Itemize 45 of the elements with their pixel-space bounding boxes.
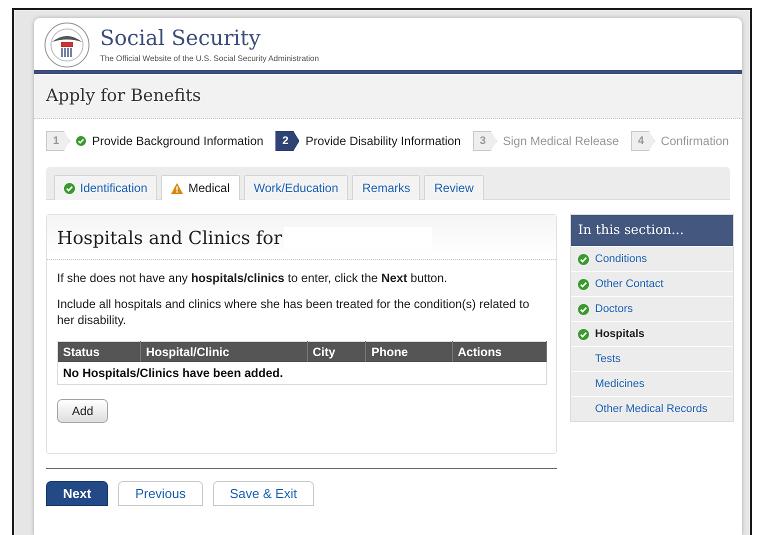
step-label: Sign Medical Release [502, 134, 619, 148]
step-label: Confirmation [660, 134, 729, 148]
sidebar-item[interactable]: Other Contact [571, 271, 733, 296]
check-circle-icon [76, 136, 86, 146]
step-number: 2 [275, 131, 300, 151]
tab[interactable]: Work/Education [244, 175, 348, 200]
step-label: Provide Disability Information [305, 134, 461, 148]
step-label: Provide Background Information [92, 134, 264, 148]
footer-button[interactable]: Previous [118, 480, 203, 506]
footer-button[interactable]: Next [46, 480, 108, 506]
check-circle-icon [578, 278, 589, 290]
tab[interactable]: Review [424, 175, 484, 200]
empty-message: No Hospitals/Clinics have been added. [58, 362, 546, 384]
column-header: City [307, 341, 366, 362]
tab[interactable]: Medical [161, 175, 240, 200]
check-circle-icon [578, 254, 589, 264]
sidebar-item[interactable]: Hospitals [571, 321, 733, 346]
sidebar-item[interactable]: Conditions [571, 246, 733, 271]
instruction-text: Include all hospitals and clinics where she has been treated for the condition(s) related to her disability. [57, 296, 530, 329]
warning-icon [171, 182, 184, 194]
add-button[interactable]: Add [57, 398, 108, 423]
site-subtitle: The Official Website of the U.S. Social Security Administration [100, 54, 319, 63]
panel-heading: Hospitals and Clinics for [57, 228, 282, 248]
instruction-text: If she does not have any hospitals/clinics to enter, click the Next button. [57, 270, 448, 286]
sidebar-item[interactable]: Doctors [571, 296, 733, 321]
column-header: Status [58, 341, 140, 362]
footer-button[interactable]: Save & Exit [212, 480, 314, 506]
column-header: Actions [452, 341, 546, 362]
check-circle-icon [578, 328, 589, 340]
sidebar-item[interactable]: Medicines [571, 371, 733, 396]
seal-logo [44, 22, 90, 68]
tab[interactable]: Remarks [352, 175, 420, 200]
tab[interactable]: Identification [54, 175, 158, 200]
site-title: Social Security [100, 27, 262, 51]
page-title: Apply for Benefits [34, 74, 742, 119]
sidebar-item[interactable]: Other Medical Records [571, 396, 733, 421]
step-number: 1 [46, 131, 70, 151]
step-number: 3 [472, 131, 497, 151]
check-circle-icon [64, 182, 75, 194]
sidebar-title: In this section... [571, 215, 733, 246]
column-header: Hospital/Clinic [140, 341, 308, 362]
step-number: 4 [630, 131, 655, 151]
sidebar-item[interactable]: Tests [571, 346, 733, 371]
column-header: Phone [366, 341, 452, 362]
check-circle-icon [578, 304, 589, 314]
